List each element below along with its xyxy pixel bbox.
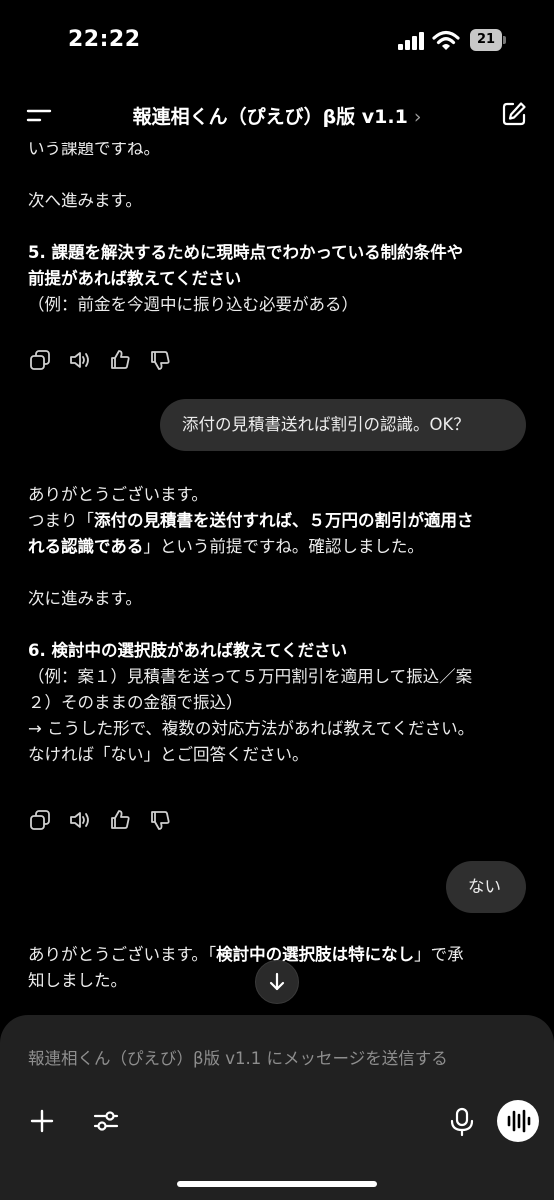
bold-text: 添付の見積書を送付すれば、５万円の割引が適用さ [94,511,474,530]
thumbs-down-icon[interactable] [148,348,172,372]
message-composer: 報連相くん（ぴえび）β版 v1.1 にメッセージを送信する [0,1015,554,1200]
chat-title: 報連相くん（ぴえび）β版 v1.1 [132,106,408,128]
message-input[interactable]: 報連相くん（ぴえび）β版 v1.1 にメッセージを送信する [28,1045,448,1069]
question-heading: 5. 課題を解決するために現時点でわかっている制約条件や [28,243,464,262]
chat-title-button[interactable]: 報連相くん（ぴえび）β版 v1.1 › [0,88,554,142]
chat-thread[interactable]: いう課題ですね。 次へ進みます。 5. 課題を解決するために現時点でわかっている… [0,142,554,1012]
arrow-down-icon [269,972,285,991]
home-indicator [177,1181,377,1187]
text-run: つまり「 [28,511,94,530]
speaker-icon[interactable] [68,348,92,372]
message-line: 次に進みます。 [28,589,142,608]
status-time: 22:22 [68,27,141,52]
sliders-icon[interactable] [92,1107,120,1135]
message-line: なければ「ない」とご回答ください。 [28,745,309,764]
message-line: ２）そのままの金額で振込） [28,693,243,712]
status-bar: 22:22 21 [0,0,554,80]
battery-level: 21 [470,29,502,51]
mic-icon[interactable] [448,1107,476,1137]
text-run: ありがとうございます。「 [28,945,217,964]
message-line: ありがとうございます。 [28,485,208,504]
assistant-message: ありがとうございます。 つまり「添付の見積書を送付すれば、５万円の割引が適用され… [28,482,528,768]
thumbs-down-icon[interactable] [148,808,172,832]
message-line: （例：案１）見積書を送って５万円割引を適用して振込／案 [28,667,473,686]
voice-wave-icon [507,1109,531,1133]
message-line: 次へ進みます。 [28,191,142,210]
chat-header: 報連相くん（ぴえび）β版 v1.1 › [0,88,554,142]
thumbs-up-icon[interactable] [108,348,132,372]
copy-icon[interactable] [28,808,52,832]
battery-icon: 21 [470,29,506,51]
bold-text: 検討中の選択肢は特になし [216,945,415,964]
message-paragraph: つまり「添付の見積書を送付すれば、５万円の割引が適用される認識である」という前提… [28,508,528,560]
question-heading: 6. 検討中の選択肢があれば教えてください [28,641,348,660]
wifi-icon [432,30,460,50]
chevron-right-icon: › [413,106,422,128]
menu-icon[interactable] [26,104,54,126]
voice-mode-button[interactable] [497,1100,539,1142]
copy-icon[interactable] [28,348,52,372]
compose-icon[interactable] [500,100,528,128]
assistant-message: いう課題ですね。 次へ進みます。 5. 課題を解決するために現時点でわかっている… [28,142,528,318]
scroll-to-bottom-button[interactable] [255,960,299,1004]
thumbs-up-icon[interactable] [108,808,132,832]
bold-text: れる認識である [28,537,144,556]
question-heading: 前提があれば教えてください [28,269,242,288]
user-message: ない [446,861,526,913]
message-line: （例：前金を今週中に振り込む必要がある） [28,295,358,314]
text-run: 」で承 [414,945,464,964]
plus-icon[interactable] [28,1107,56,1135]
user-message: 添付の見積書送れば割引の認識。OK？ [160,399,526,451]
speaker-icon[interactable] [68,808,92,832]
cellular-signal-icon [398,32,424,50]
text-run: 」という前提ですね。確認しました。 [143,537,424,556]
message-line: → こうした形で、複数の対応方法があれば教えてください。 [28,719,475,738]
message-line: いう課題ですね。 [28,142,160,158]
